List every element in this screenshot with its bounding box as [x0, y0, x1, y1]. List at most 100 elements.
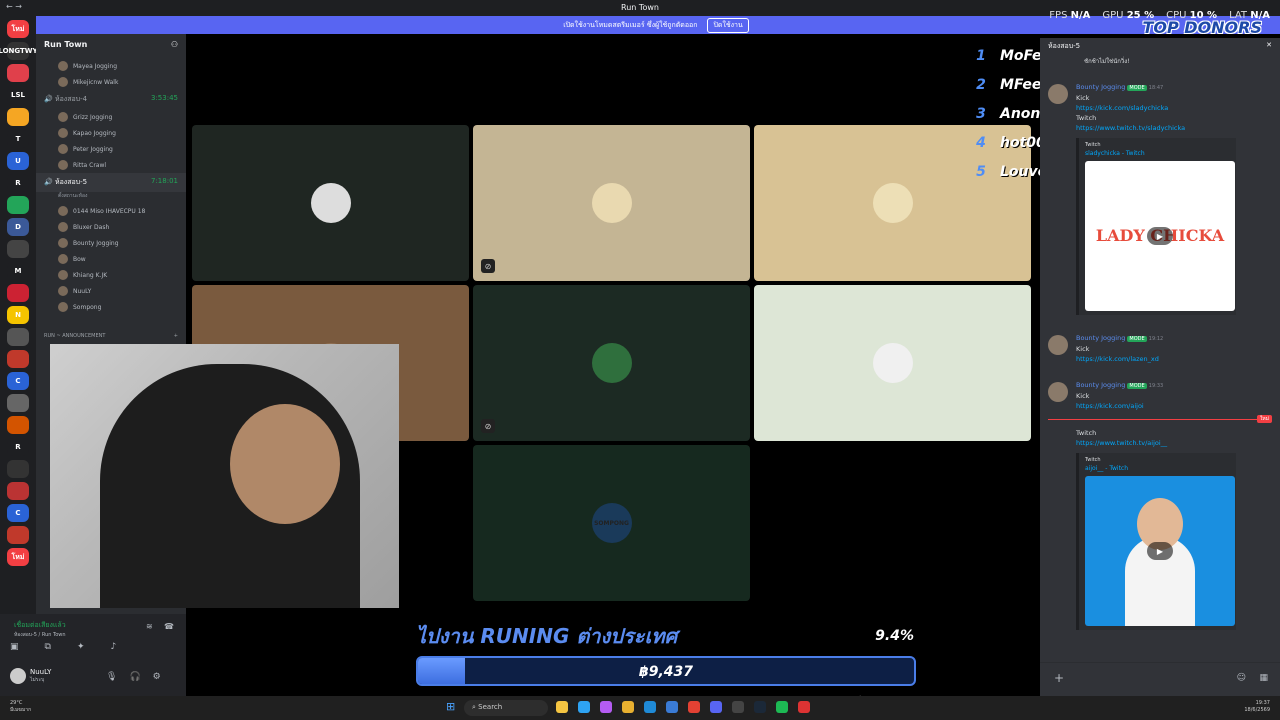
headphones-icon[interactable]: 🎧 — [129, 672, 140, 682]
copilot-icon[interactable] — [600, 701, 612, 713]
avatar[interactable] — [10, 668, 26, 684]
server-icon[interactable] — [7, 416, 29, 434]
voice-user[interactable]: Sompong — [36, 299, 186, 315]
server-header[interactable]: Run Town ⚇ — [36, 34, 186, 58]
screenshare-icon[interactable]: ⧉ — [45, 642, 51, 652]
voice-user[interactable]: Mikejicnw Walk — [36, 74, 186, 90]
embed-title[interactable]: aijoi__ - Twitch — [1085, 465, 1230, 472]
taskbar-search[interactable]: ⌕ Search — [464, 700, 548, 716]
message-link[interactable]: https://kick.com/sladychicka — [1076, 103, 1272, 113]
spotify-icon[interactable] — [776, 701, 788, 713]
server-icon[interactable]: R — [7, 174, 29, 192]
app-icon[interactable] — [798, 701, 810, 713]
camera-icon[interactable]: ▣ — [10, 642, 19, 652]
server-icon[interactable] — [7, 284, 29, 302]
discord-icon[interactable] — [710, 701, 722, 713]
server-icon[interactable]: M — [7, 262, 29, 280]
disable-streamer-mode-button[interactable]: ปิดใช้งาน — [707, 17, 749, 33]
message-author[interactable]: Bounty Jogging — [1076, 83, 1125, 91]
server-icon[interactable] — [7, 108, 29, 126]
server-icon[interactable]: C — [7, 504, 29, 522]
embed-thumbnail[interactable]: LADY CHICKA ▶ — [1085, 161, 1235, 311]
file-explorer-icon[interactable] — [556, 701, 568, 713]
voice-user[interactable]: Bounty Jogging — [36, 235, 186, 251]
server-icon[interactable] — [7, 328, 29, 346]
message-time: 19:12 — [1148, 336, 1164, 342]
voice-channel-room5[interactable]: 🔊 ห้องสอบ-5 7:18:01 — [36, 173, 186, 192]
avatar[interactable] — [1048, 335, 1068, 355]
message-line: Kick — [1076, 94, 1090, 102]
server-icon[interactable] — [7, 482, 29, 500]
server-icon[interactable]: LONGTWY — [0, 42, 38, 60]
category-announcement[interactable]: RUN ~ ANNOUNCEMENT + — [36, 329, 186, 343]
weather-widget[interactable]: 29°C มีเมฆมาก — [10, 700, 31, 714]
add-channel-icon[interactable]: + — [174, 333, 178, 339]
voice-user[interactable]: Ritta Crawl — [36, 157, 186, 173]
voice-user[interactable]: Peter Jogging — [36, 141, 186, 157]
message-link[interactable]: https://www.twitch.tv/aijoi__ — [1076, 438, 1272, 448]
server-icon[interactable]: T — [7, 130, 29, 148]
store-icon[interactable] — [666, 701, 678, 713]
participant-tile[interactable]: ⊘ — [473, 285, 750, 441]
activity-icon[interactable]: ✦ — [77, 642, 85, 652]
server-icon[interactable] — [7, 196, 29, 214]
voice-user[interactable]: Mayea Jogging — [36, 58, 186, 74]
message-author[interactable]: Bounty Jogging — [1076, 381, 1125, 389]
chat-composer[interactable]: + ☺ ▦ — [1040, 662, 1280, 696]
server-icon[interactable] — [7, 240, 29, 258]
browser-edge-icon[interactable] — [578, 701, 590, 713]
server-icon[interactable] — [7, 64, 29, 82]
message-link[interactable]: https://kick.com/lazen_xd — [1076, 354, 1272, 364]
voice-user[interactable]: 0144 Miso IHAVECPU 18 — [36, 203, 186, 219]
embed-title[interactable]: sladychicka - Twitch — [1085, 150, 1230, 157]
disconnect-icon[interactable]: ☎ — [164, 622, 174, 631]
participant-tile[interactable]: ⊘ — [473, 125, 750, 281]
voice-user[interactable]: Khiang K.JK — [36, 267, 186, 283]
microphone-icon[interactable]: 🎙 — [106, 672, 117, 682]
add-friend-icon[interactable]: ⚇ — [171, 40, 178, 52]
edge-icon[interactable] — [644, 701, 656, 713]
participant-tile[interactable] — [754, 285, 1031, 441]
soundboard-icon[interactable]: ♪ — [111, 642, 117, 652]
message-author[interactable]: Bounty Jogging — [1076, 334, 1125, 342]
voice-channel-room4[interactable]: 🔊 ห้องสอบ-4 3:53:45 — [36, 90, 186, 109]
play-icon[interactable]: ▶ — [1147, 542, 1173, 560]
participant-tile[interactable] — [192, 125, 469, 281]
server-icon[interactable]: LSL — [7, 86, 29, 104]
noise-suppression-icon[interactable]: ≋ — [146, 622, 153, 631]
voice-user[interactable]: Bow — [36, 251, 186, 267]
server-icon[interactable]: โหม่ — [7, 20, 29, 38]
participant-tile[interactable]: SOMPONG — [473, 445, 750, 601]
voice-user[interactable]: NuuLY — [36, 283, 186, 299]
folder-icon[interactable] — [622, 701, 634, 713]
embed-thumbnail[interactable]: ▶ — [1085, 476, 1235, 626]
apps-icon[interactable]: ▦ — [1259, 673, 1268, 683]
voice-user[interactable]: Grizz Jogging — [36, 109, 186, 125]
attach-plus-icon[interactable]: + — [1054, 671, 1064, 685]
server-icon[interactable] — [7, 460, 29, 478]
voice-user[interactable]: Bluxer Dash — [36, 219, 186, 235]
voice-user[interactable]: Kapao Jogging — [36, 125, 186, 141]
windows-start-icon[interactable]: ⊞ — [446, 700, 458, 713]
avatar[interactable] — [1048, 382, 1068, 402]
server-icon[interactable]: C — [7, 372, 29, 390]
server-icon[interactable] — [7, 394, 29, 412]
server-icon[interactable]: โหม่ — [7, 548, 29, 566]
server-icon[interactable]: N — [7, 306, 29, 324]
server-icon[interactable] — [7, 526, 29, 544]
chrome-icon[interactable] — [688, 701, 700, 713]
server-icon[interactable]: R — [7, 438, 29, 456]
steam-icon[interactable] — [754, 701, 766, 713]
close-icon[interactable]: ✕ — [1266, 41, 1272, 51]
server-icon[interactable] — [7, 350, 29, 368]
server-icon[interactable]: D — [7, 218, 29, 236]
server-icon[interactable]: U — [7, 152, 29, 170]
obs-icon[interactable] — [732, 701, 744, 713]
emoji-icon[interactable]: ☺ — [1237, 673, 1246, 683]
message-link[interactable]: https://kick.com/aijoi — [1076, 401, 1272, 411]
message-link[interactable]: https://www.twitch.tv/sladychicka — [1076, 123, 1272, 133]
taskbar-clock[interactable]: 19:37 18/6/2569 — [1244, 700, 1270, 714]
play-icon[interactable]: ▶ — [1147, 227, 1173, 245]
avatar[interactable] — [1048, 84, 1068, 104]
settings-gear-icon[interactable]: ⚙ — [153, 672, 161, 682]
